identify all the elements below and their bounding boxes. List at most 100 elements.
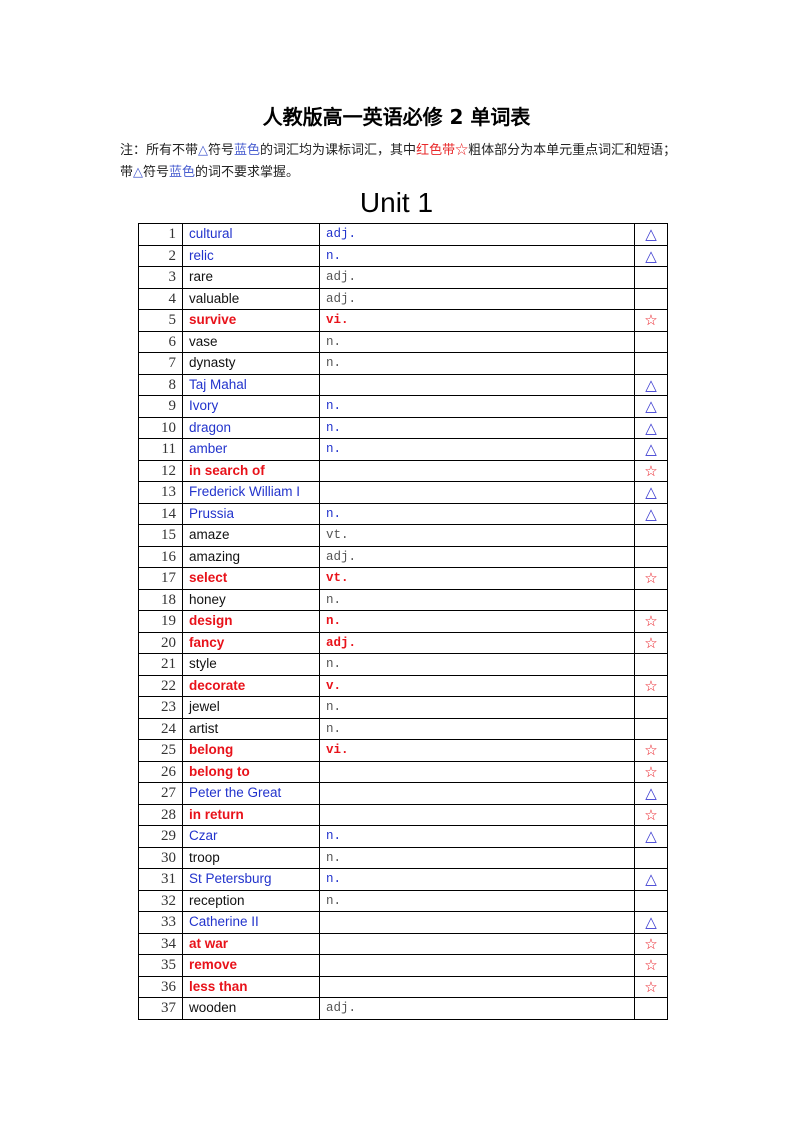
vocab-row: 27 Peter the Great △ <box>138 782 668 805</box>
triangle-icon: △ <box>645 440 657 459</box>
star-icon: ☆ <box>644 311 658 330</box>
mark-cell: ☆ <box>634 739 668 762</box>
row-number: 11 <box>138 438 183 461</box>
row-number: 21 <box>138 653 183 676</box>
vocab-row: 20 fancy adj. ☆ <box>138 631 668 654</box>
vocab-word: wooden <box>182 997 320 1020</box>
mark-cell: △ <box>634 868 668 891</box>
mark-cell: ☆ <box>634 760 668 783</box>
vocab-row: 37 wooden adj. <box>138 997 668 1020</box>
mark-cell: △ <box>634 825 668 848</box>
vocab-word: fancy <box>182 631 320 654</box>
row-number: 22 <box>138 674 183 697</box>
vocab-word: belong <box>182 739 320 762</box>
vocab-row: 5 survive vi. ☆ <box>138 309 668 332</box>
triangle-icon: △ <box>645 483 657 502</box>
vocab-word: Ivory <box>182 395 320 418</box>
vocab-row: 10 dragon n. △ <box>138 416 668 439</box>
part-of-speech: n. <box>319 889 635 912</box>
document-title: 人教版高一英语必修 2 单词表 <box>262 105 531 129</box>
part-of-speech <box>319 760 635 783</box>
mark-cell <box>634 846 668 869</box>
part-of-speech: n. <box>319 696 635 719</box>
row-number: 8 <box>138 373 183 396</box>
triangle-icon: △ <box>645 246 657 265</box>
vocab-row: 32 reception n. <box>138 889 668 912</box>
vocab-row: 23 jewel n. <box>138 696 668 719</box>
star-icon: ☆ <box>644 934 658 953</box>
part-of-speech: n. <box>319 438 635 461</box>
part-of-speech <box>319 481 635 504</box>
part-of-speech: vi. <box>319 309 635 332</box>
part-of-speech: n. <box>319 717 635 740</box>
row-number: 32 <box>138 889 183 912</box>
mark-cell <box>634 287 668 310</box>
mark-cell: ☆ <box>634 674 668 697</box>
vocab-row: 26 belong to ☆ <box>138 760 668 783</box>
vocab-word: valuable <box>182 287 320 310</box>
part-of-speech: n. <box>319 825 635 848</box>
part-of-speech: n. <box>319 502 635 525</box>
mark-cell: ☆ <box>634 803 668 826</box>
star-icon: ☆ <box>644 676 658 695</box>
part-of-speech <box>319 954 635 977</box>
vocab-row: 19 design n. ☆ <box>138 610 668 633</box>
vocab-word: amazing <box>182 545 320 568</box>
part-of-speech: n. <box>319 588 635 611</box>
note-text: 蓝色 <box>234 143 261 158</box>
part-of-speech: n. <box>319 244 635 267</box>
row-number: 37 <box>138 997 183 1020</box>
row-number: 35 <box>138 954 183 977</box>
part-of-speech <box>319 373 635 396</box>
vocab-row: 25 belong vi. ☆ <box>138 739 668 762</box>
vocab-word: relic <box>182 244 320 267</box>
vocab-word: design <box>182 610 320 633</box>
row-number: 33 <box>138 911 183 934</box>
triangle-icon: △ <box>645 418 657 437</box>
row-number: 34 <box>138 932 183 955</box>
vocab-word: Catherine II <box>182 911 320 934</box>
mark-cell: ☆ <box>634 954 668 977</box>
note-text: 红色带 <box>416 143 456 158</box>
vocab-row: 35 remove ☆ <box>138 954 668 977</box>
vocab-row: 4 valuable adj. <box>138 287 668 310</box>
vocab-row: 3 rare adj. <box>138 266 668 289</box>
vocab-word: troop <box>182 846 320 869</box>
note-text: 的词不要求掌握。 <box>195 165 300 180</box>
note-text: 符号 <box>143 165 170 180</box>
mark-cell <box>634 588 668 611</box>
vocab-word: artist <box>182 717 320 740</box>
vocab-word: jewel <box>182 696 320 719</box>
row-number: 30 <box>138 846 183 869</box>
vocab-word: Peter the Great <box>182 782 320 805</box>
vocab-row: 21 style n. <box>138 653 668 676</box>
legend-note: 注：所有不带△符号蓝色的词汇均为课标词汇，其中红色带☆粗体部分为本单元重点词汇和… <box>120 140 680 184</box>
mark-cell: ☆ <box>634 975 668 998</box>
vocab-word: Prussia <box>182 502 320 525</box>
vocab-row: 6 vase n. <box>138 330 668 353</box>
star-icon: ☆ <box>644 612 658 631</box>
vocab-row: 16 amazing adj. <box>138 545 668 568</box>
vocab-row: 14 Prussia n. △ <box>138 502 668 525</box>
vocab-row: 15 amaze vt. <box>138 524 668 547</box>
row-number: 14 <box>138 502 183 525</box>
vocab-row: 11 amber n. △ <box>138 438 668 461</box>
vocab-word: Frederick William I <box>182 481 320 504</box>
vocab-word: style <box>182 653 320 676</box>
note-text: 注：所有不带 <box>120 143 199 158</box>
vocab-row: 30 troop n. <box>138 846 668 869</box>
part-of-speech <box>319 782 635 805</box>
row-number: 12 <box>138 459 183 482</box>
mark-cell: △ <box>634 416 668 439</box>
row-number: 19 <box>138 610 183 633</box>
vocab-row: 36 less than ☆ <box>138 975 668 998</box>
vocab-word: in search of <box>182 459 320 482</box>
note-text: 符号 <box>208 143 235 158</box>
mark-cell: ☆ <box>634 567 668 590</box>
part-of-speech: n. <box>319 868 635 891</box>
vocab-row: 13 Frederick William I △ <box>138 481 668 504</box>
vocab-row: 29 Czar n. △ <box>138 825 668 848</box>
part-of-speech: v. <box>319 674 635 697</box>
row-number: 27 <box>138 782 183 805</box>
part-of-speech: n. <box>319 610 635 633</box>
